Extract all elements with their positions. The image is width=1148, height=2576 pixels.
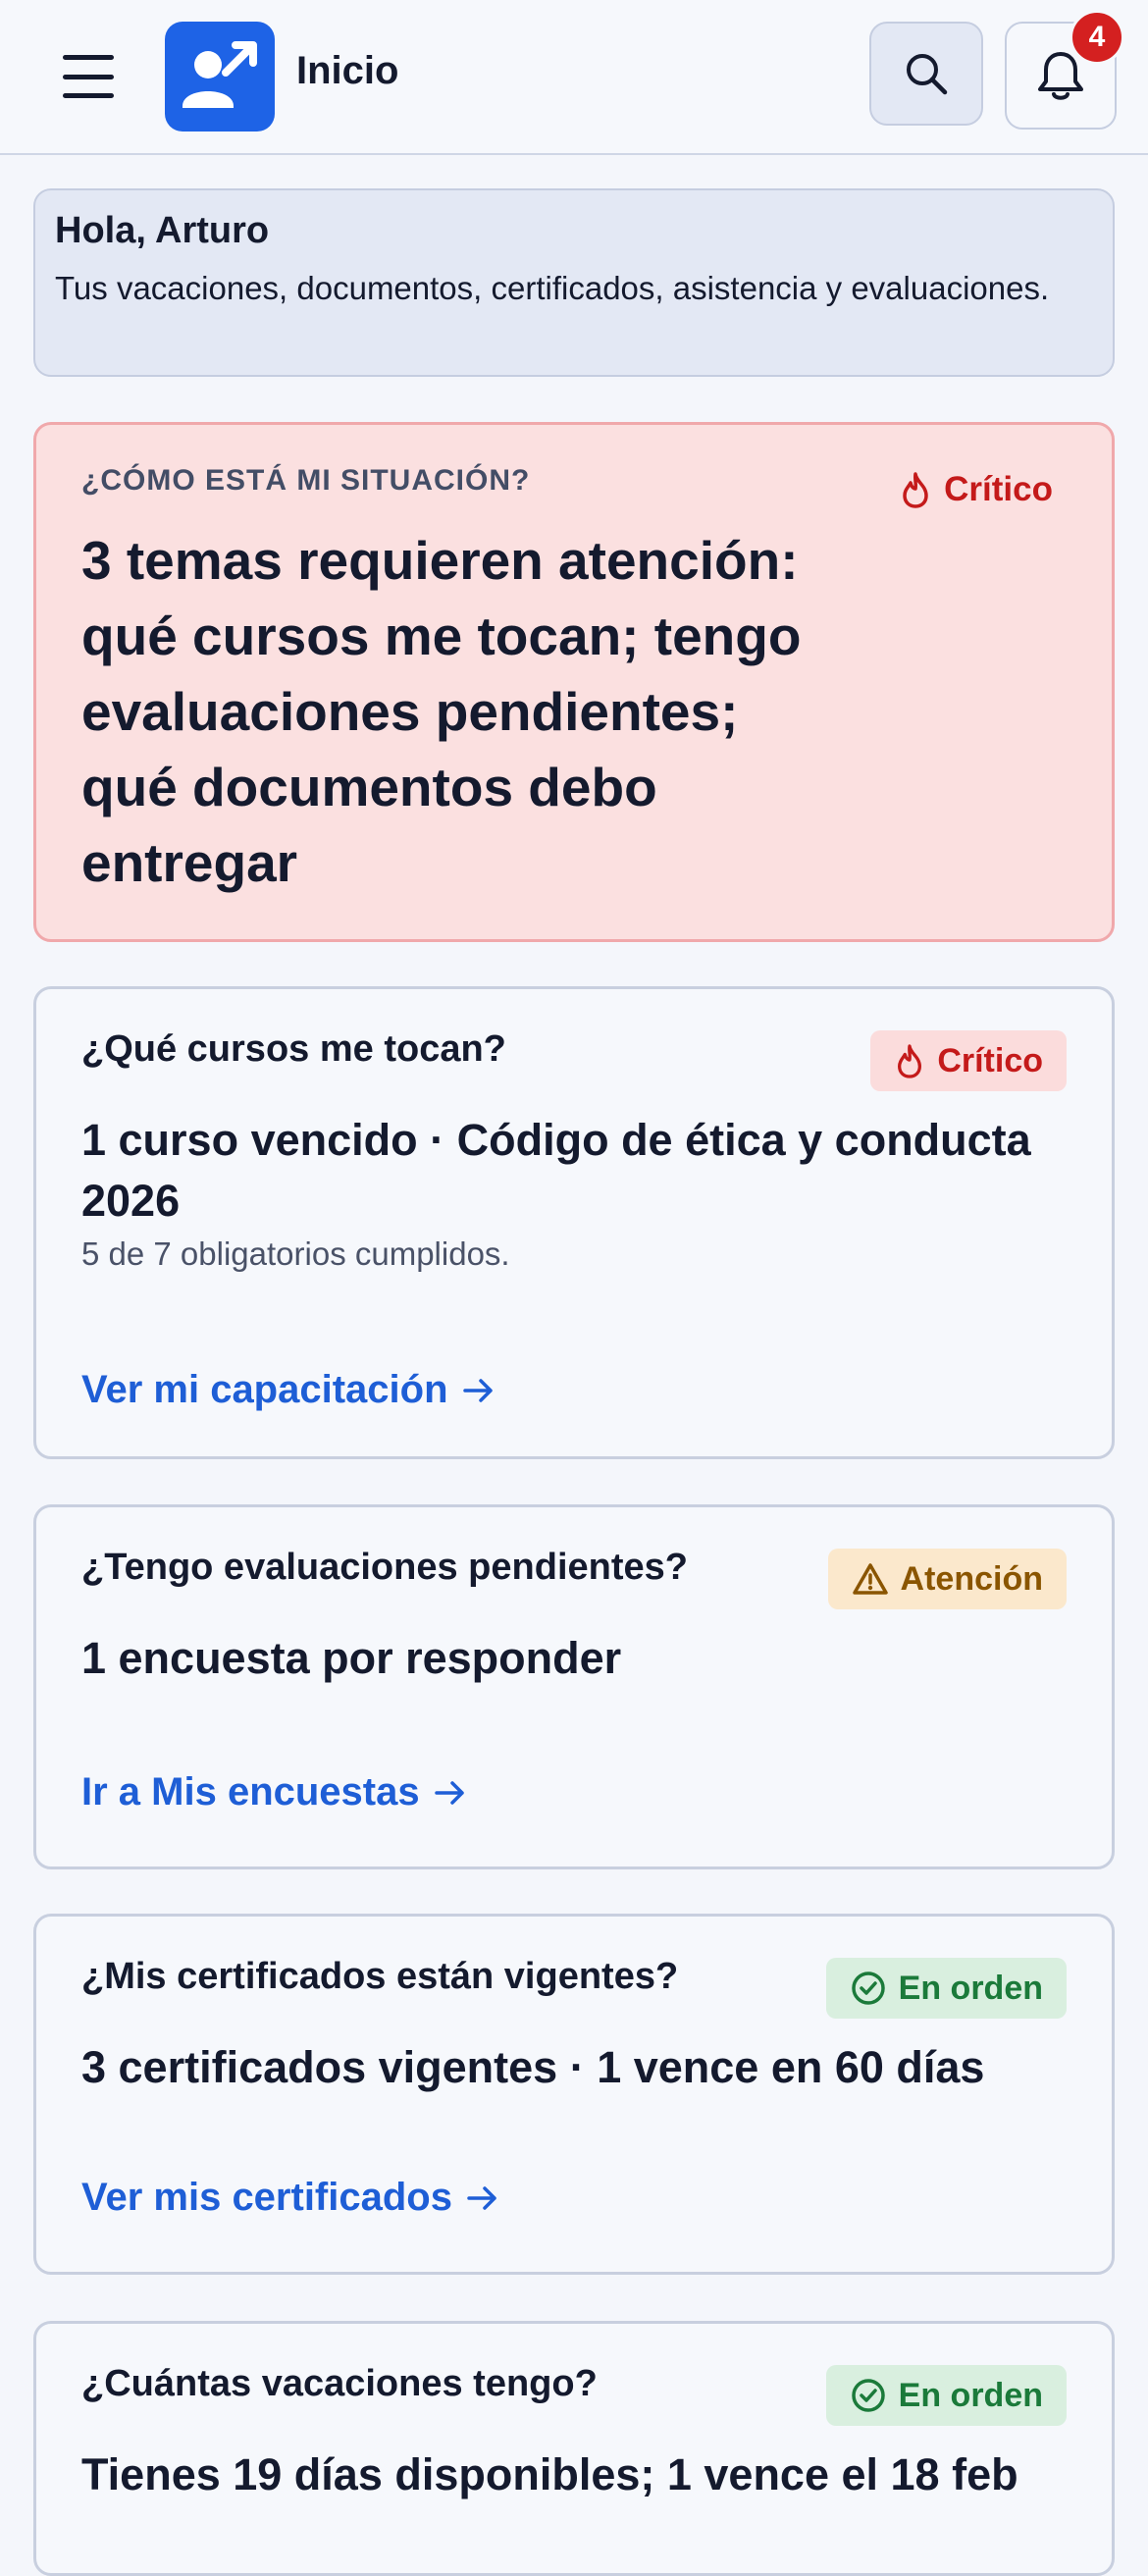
check-circle-icon xyxy=(851,1971,885,2005)
status-label: Atención xyxy=(900,1559,1043,1598)
status-badge: Atención xyxy=(827,1549,1067,1609)
link-label: Ver mi capacitación xyxy=(81,1368,448,1411)
status-badge: En orden xyxy=(825,2365,1067,2426)
link-label: Ver mis certificados xyxy=(81,2176,452,2219)
situation-summary-card: ¿CÓMO ESTÁ MI SITUACIÓN? Crítico 3 temas… xyxy=(33,422,1115,942)
arrow-right-icon xyxy=(462,1378,493,1402)
summary-headline: 3 temas requieren atención: qué cursos m… xyxy=(81,530,802,893)
flame-icon xyxy=(898,1044,922,1078)
arrow-right-icon xyxy=(434,1780,464,1805)
status-label: Crítico xyxy=(944,470,1053,508)
greeting-text: Tus vacaciones, documentos, certificados… xyxy=(55,270,1050,306)
status-badge: Crítico xyxy=(870,1030,1067,1091)
card-main-text: 1 curso vencido · Código de ética y cond… xyxy=(81,1115,1031,1226)
search-icon xyxy=(907,54,948,95)
user-arrow-icon[interactable] xyxy=(165,22,275,131)
evaluations-card: ¿Tengo evaluaciones pendientes? Atención… xyxy=(33,1504,1115,1869)
surveys-link[interactable]: Ir a Mis encuestas xyxy=(81,1770,467,1814)
greeting-card: Hola, Arturo Tus vacaciones, documentos,… xyxy=(33,188,1115,377)
card-main-text: 1 encuesta por responder xyxy=(81,1633,622,1683)
card-main-text: 3 certificados vigentes · 1 vence en 60 … xyxy=(81,2042,985,2092)
view-training-link[interactable]: Ver mi capacitación xyxy=(81,1368,496,1412)
top-bar: Inicio 4 xyxy=(0,0,1148,155)
certificates-card: ¿Mis certificados están vigentes? En ord… xyxy=(33,1914,1115,2275)
hamburger-icon[interactable] xyxy=(57,51,120,102)
view-certificates-link[interactable]: Ver mis certificados xyxy=(81,2176,499,2220)
page-title: Inicio xyxy=(296,49,399,92)
notification-count-badge: 4 xyxy=(1070,10,1124,65)
link-label: Ir a Mis encuestas xyxy=(81,1770,420,1814)
warning-triangle-icon xyxy=(852,1563,888,1595)
vacations-card: ¿Cuántas vacaciones tengo? En orden Tien… xyxy=(33,2321,1115,2576)
card-sub-text: 5 de 7 obligatorios cumplidos. xyxy=(81,1235,510,1272)
status-label: Crítico xyxy=(937,1041,1043,1079)
search-button[interactable] xyxy=(869,22,983,126)
courses-card: ¿Qué cursos me tocan? Crítico 1 curso ve… xyxy=(33,986,1115,1459)
arrow-right-icon xyxy=(467,2185,496,2210)
status-label: En orden xyxy=(898,2376,1043,2414)
status-badge: Crítico xyxy=(899,470,1053,509)
status-badge: En orden xyxy=(825,1958,1067,2019)
status-label: En orden xyxy=(898,1969,1043,2007)
greeting-title: Hola, Arturo xyxy=(55,210,270,251)
card-main-text: Tienes 19 días disponibles; 1 vence el 1… xyxy=(81,2449,1018,2499)
flame-icon xyxy=(903,472,928,508)
check-circle-icon xyxy=(851,2379,885,2412)
